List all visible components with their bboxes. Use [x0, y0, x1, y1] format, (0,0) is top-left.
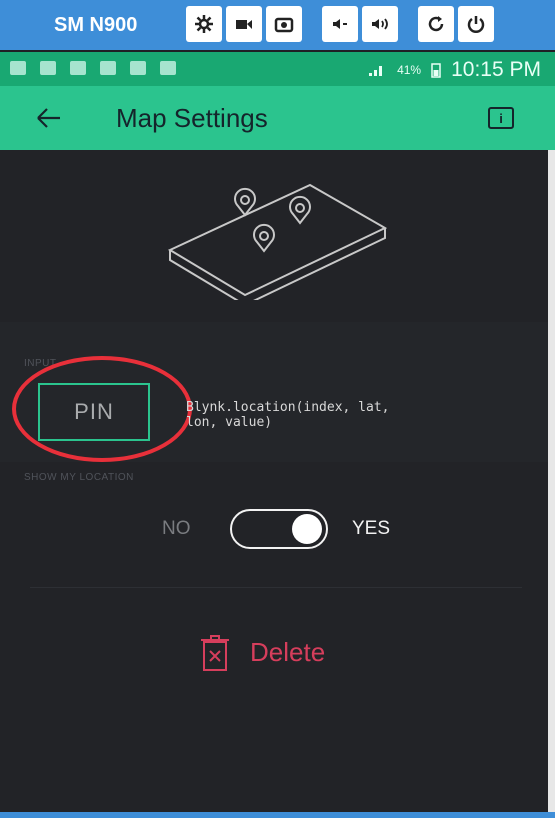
gear-icon [195, 15, 213, 33]
code-hint: Blynk.location(index, lat, lon, value) [186, 400, 390, 430]
device-title: SM N900 [54, 14, 138, 36]
show-location-toggle[interactable] [230, 509, 328, 549]
volume-down-icon [333, 19, 347, 29]
map-illustration-icon [167, 183, 388, 300]
rotate-button[interactable] [418, 6, 454, 42]
back-arrow-icon[interactable] [34, 104, 64, 132]
info-icon[interactable]: i [488, 107, 514, 129]
app-header: Map Settings i [0, 86, 555, 150]
delete-button[interactable]: Delete [198, 630, 368, 674]
battery-icon [431, 63, 441, 78]
signal-icon [369, 66, 383, 76]
settings-button[interactable] [186, 6, 222, 42]
emulator-toolbar: SM N900 [0, 0, 555, 50]
show-location-row: NO YES [0, 505, 548, 553]
toggle-off-label: NO [162, 518, 191, 539]
usb-icon [100, 61, 116, 75]
bluetooth-icon [70, 61, 86, 75]
scroll-edge [548, 150, 555, 812]
rotate-icon [428, 16, 444, 32]
power-button[interactable] [458, 6, 494, 42]
download-icon [130, 61, 146, 75]
delete-label: Delete [250, 636, 326, 667]
status-right: 41% 10:15 PM [367, 58, 541, 82]
volume-down-button[interactable] [322, 6, 358, 42]
trash-icon [201, 635, 229, 671]
page-title: Map Settings [116, 103, 268, 133]
message-icon [10, 61, 26, 75]
battery-percent: 41% [397, 63, 422, 77]
volume-up-button[interactable] [362, 6, 398, 42]
notification-icons [10, 61, 176, 75]
screenshot-button[interactable] [266, 6, 302, 42]
highlight-circle [12, 356, 192, 462]
clock: 10:15 PM [451, 58, 541, 81]
video-icon [236, 20, 252, 29]
record-video-button[interactable] [226, 6, 262, 42]
toggle-knob [292, 514, 322, 544]
power-icon [467, 16, 485, 33]
divider [30, 587, 522, 588]
location-section-label: SHOW MY LOCATION [24, 472, 134, 483]
chat-icon [40, 61, 56, 75]
status-bar: 41% 10:15 PM [0, 52, 555, 86]
sync-icon [160, 61, 176, 75]
bottom-edge [0, 812, 555, 818]
volume-up-icon [372, 18, 388, 30]
camera-icon [274, 17, 294, 33]
toggle-on-label: YES [352, 518, 391, 539]
